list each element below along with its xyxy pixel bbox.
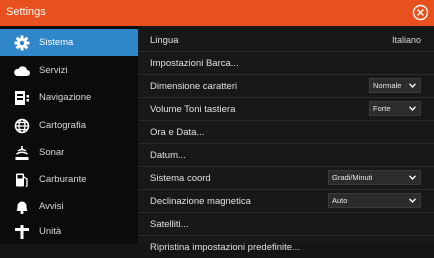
dropdown-value: Forte: [373, 104, 391, 113]
chevron-down-icon: [409, 198, 416, 203]
setting-label: Lingua: [150, 35, 179, 46]
sidebar-item-label: Navigazione: [39, 92, 92, 103]
setting-dimensione-caratteri[interactable]: Dimensione caratteri Normale: [138, 75, 434, 98]
sidebar-item-avvisi[interactable]: Avvisi: [0, 193, 138, 220]
sidebar-item-label: Servizi: [39, 65, 68, 76]
dropdown-value: Auto: [332, 196, 348, 205]
sidebar-item-label: Sistema: [39, 37, 74, 48]
sidebar-item-label: Carburante: [39, 174, 87, 185]
navigation-icon: [15, 91, 29, 105]
chevron-down-icon: [409, 106, 416, 111]
close-icon[interactable]: [412, 4, 429, 21]
setting-satelliti[interactable]: Satelliti...: [138, 213, 434, 236]
coord-system-dropdown[interactable]: Gradi/Minuti: [328, 170, 421, 185]
gear-icon: [14, 35, 30, 51]
font-size-dropdown[interactable]: Normale: [369, 78, 421, 93]
sidebar-item-unita[interactable]: Unità: [0, 218, 138, 245]
dropdown-value: Normale: [373, 81, 402, 90]
chevron-down-icon: [409, 175, 416, 180]
title-bar: Settings: [0, 0, 434, 26]
sidebar-item-sonar[interactable]: Sonar: [0, 139, 138, 166]
sidebar-item-sistema[interactable]: Sistema: [0, 29, 138, 56]
declination-dropdown[interactable]: Auto: [328, 193, 421, 208]
sidebar-item-navigazione[interactable]: Navigazione: [0, 84, 138, 111]
fuel-pump-icon: [16, 173, 28, 188]
sonar-icon: [15, 146, 29, 160]
setting-datum[interactable]: Datum...: [138, 144, 434, 167]
language-value: Italiano: [391, 35, 421, 45]
setting-volume-toni[interactable]: Volume Toni tastiera Forte: [138, 98, 434, 121]
sidebar-item-carburante[interactable]: Carburante: [0, 166, 138, 193]
setting-label: Satelliti...: [150, 219, 189, 230]
sidebar-item-label: Cartografia: [39, 120, 86, 131]
setting-ripristina[interactable]: Ripristina impostazioni predefinite...: [138, 236, 434, 258]
globe-icon: [14, 118, 30, 134]
setting-declinazione[interactable]: Declinazione magnetica Auto: [138, 190, 434, 213]
sidebar-item-label: Avvisi: [39, 201, 64, 212]
settings-list: Lingua Italiano Impostazioni Barca... Di…: [138, 26, 434, 253]
setting-label: Volume Toni tastiera: [150, 104, 236, 115]
window-title: Settings: [6, 6, 46, 18]
chevron-down-icon: [409, 83, 416, 88]
sidebar: Sistema Servizi Navigazione Cartografia: [0, 26, 138, 244]
setting-label: Declinazione magnetica: [150, 196, 251, 207]
setting-label: Dimensione caratteri: [150, 81, 238, 92]
setting-label: Datum...: [150, 150, 186, 161]
cloud-icon: [14, 66, 30, 76]
setting-impostazioni-barca[interactable]: Impostazioni Barca...: [138, 52, 434, 75]
sidebar-item-label: Sonar: [39, 147, 65, 158]
setting-label: Sistema coord: [150, 173, 211, 184]
sidebar-item-servizi[interactable]: Servizi: [0, 57, 138, 84]
units-icon: [15, 225, 29, 239]
key-volume-dropdown[interactable]: Forte: [369, 101, 421, 116]
setting-label: Impostazioni Barca...: [150, 58, 239, 69]
sidebar-item-label: Unità: [39, 226, 62, 237]
setting-label: Ora e Data...: [150, 127, 205, 138]
alarm-bell-icon: [16, 201, 28, 215]
setting-sistema-coord[interactable]: Sistema coord Gradi/Minuti: [138, 167, 434, 190]
setting-lingua[interactable]: Lingua Italiano: [138, 29, 434, 52]
dropdown-value: Gradi/Minuti: [332, 173, 373, 182]
sidebar-item-cartografia[interactable]: Cartografia: [0, 112, 138, 139]
setting-ora-data[interactable]: Ora e Data...: [138, 121, 434, 144]
